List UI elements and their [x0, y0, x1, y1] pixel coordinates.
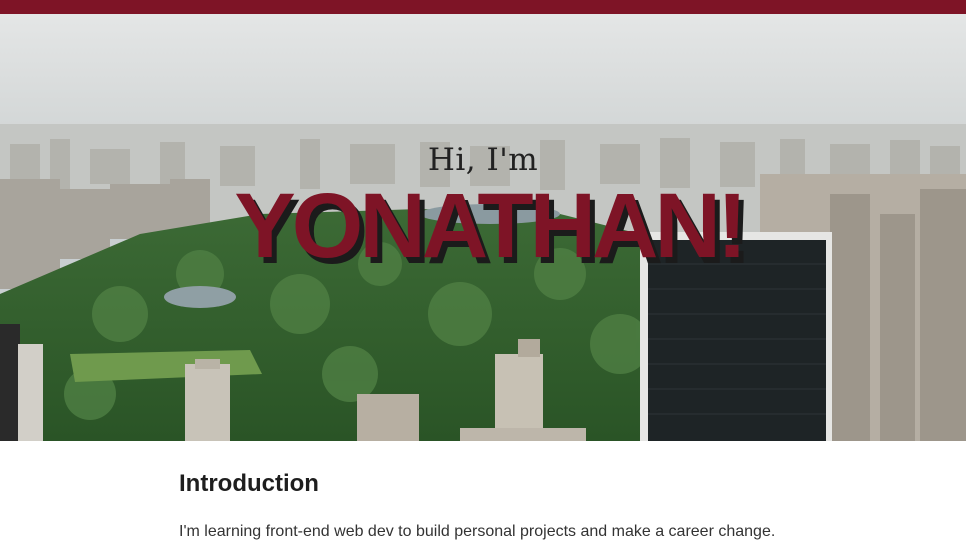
- top-accent-bar: [0, 0, 966, 14]
- hero-greeting: Hi, I'm: [427, 142, 539, 178]
- section-title: Introduction: [179, 470, 319, 497]
- section-text: I'm learning front-end web dev to build …: [179, 523, 776, 540]
- introduction-section: Introduction I'm learning front-end web …: [179, 470, 879, 541]
- hero-name: YONATHAN!: [234, 175, 747, 277]
- hero-banner: Hi, I'm YONATHAN!: [0, 14, 966, 441]
